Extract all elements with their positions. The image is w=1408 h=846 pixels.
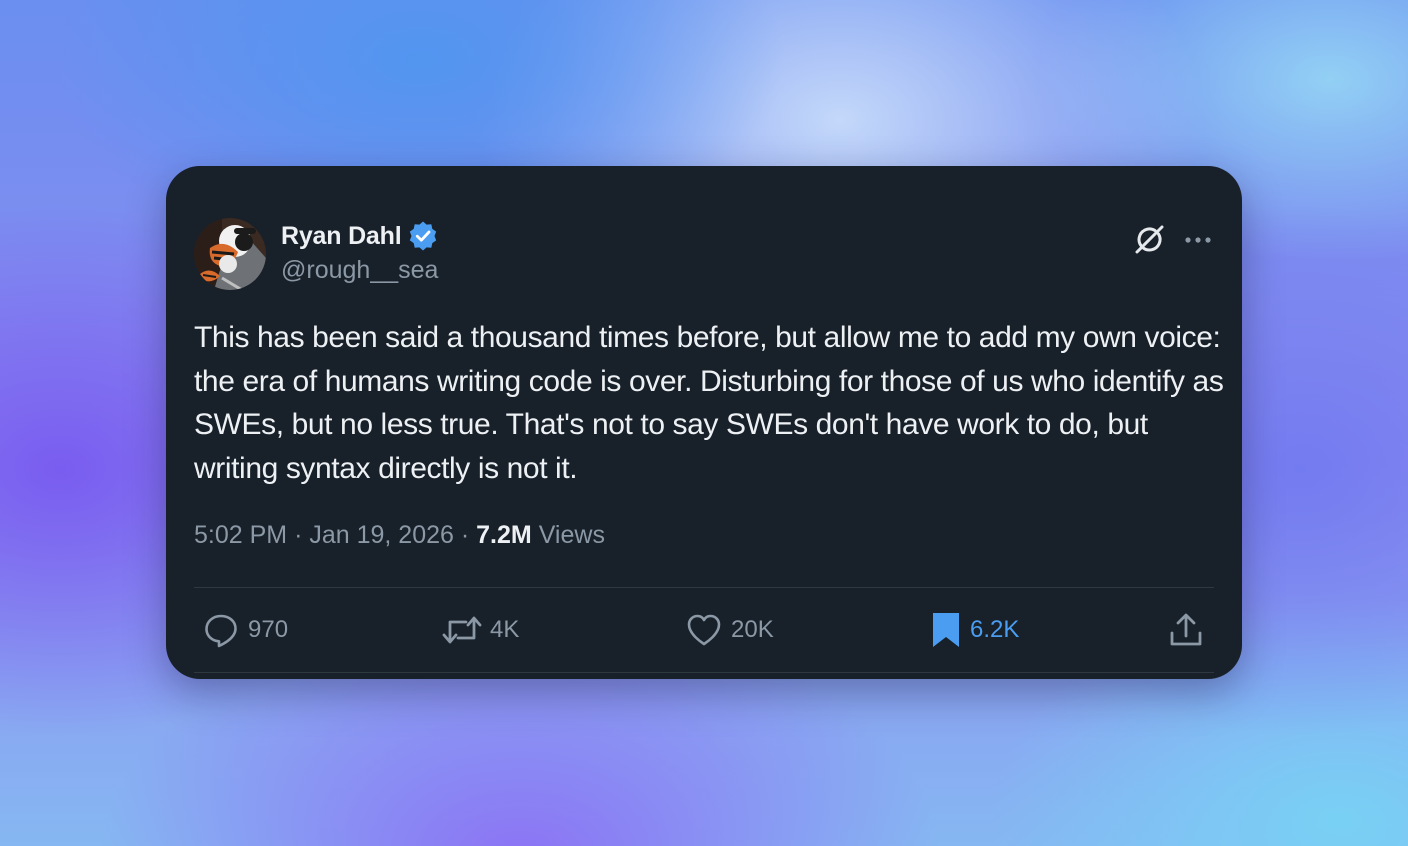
grok-button[interactable] — [1132, 221, 1168, 257]
tweet-text: This has been said a thousand times befo… — [194, 321, 1224, 485]
tweet-time[interactable]: 5:02 PM — [194, 521, 287, 549]
repost-icon — [442, 616, 482, 644]
bookmark-icon — [933, 613, 959, 647]
tweet-card: Ryan Dahl @rough__sea This has been said… — [166, 166, 1242, 679]
author-handle[interactable]: @rough__sea — [281, 256, 438, 285]
reply-icon — [205, 614, 237, 648]
tweet-date[interactable]: Jan 19, 2026 — [309, 521, 454, 549]
more-options-icon — [1185, 237, 1211, 243]
bookmark-count: 6.2K — [970, 616, 1020, 643]
grok-icon — [1135, 225, 1164, 254]
author-name-row: Ryan Dahl — [281, 220, 438, 252]
share-button[interactable] — [1168, 610, 1204, 650]
tweet-meta: 5:02 PM · Jan 19, 2026 · 7.2M Views — [194, 521, 605, 550]
share-icon — [1170, 613, 1202, 646]
repost-count: 4K — [490, 616, 520, 643]
meta-separator: · — [294, 521, 303, 549]
views-count[interactable]: 7.2M — [476, 521, 532, 549]
divider — [194, 587, 1214, 588]
like-button[interactable]: 20K — [685, 610, 774, 650]
bookmark-button[interactable]: 6.2K — [930, 610, 1019, 650]
author-name[interactable]: Ryan Dahl — [281, 222, 402, 251]
more-options-button[interactable] — [1182, 224, 1214, 256]
avatar[interactable] — [194, 218, 266, 290]
heart-icon — [687, 614, 721, 646]
views-label: Views — [538, 521, 605, 549]
reply-button[interactable]: 970 — [202, 610, 288, 650]
like-count: 20K — [731, 616, 774, 643]
reply-count: 970 — [248, 616, 289, 643]
avatar-image — [194, 218, 266, 290]
divider — [194, 672, 1214, 673]
verified-badge-icon — [410, 221, 437, 251]
meta-separator: · — [460, 521, 470, 549]
repost-button[interactable]: 4K — [442, 610, 519, 650]
